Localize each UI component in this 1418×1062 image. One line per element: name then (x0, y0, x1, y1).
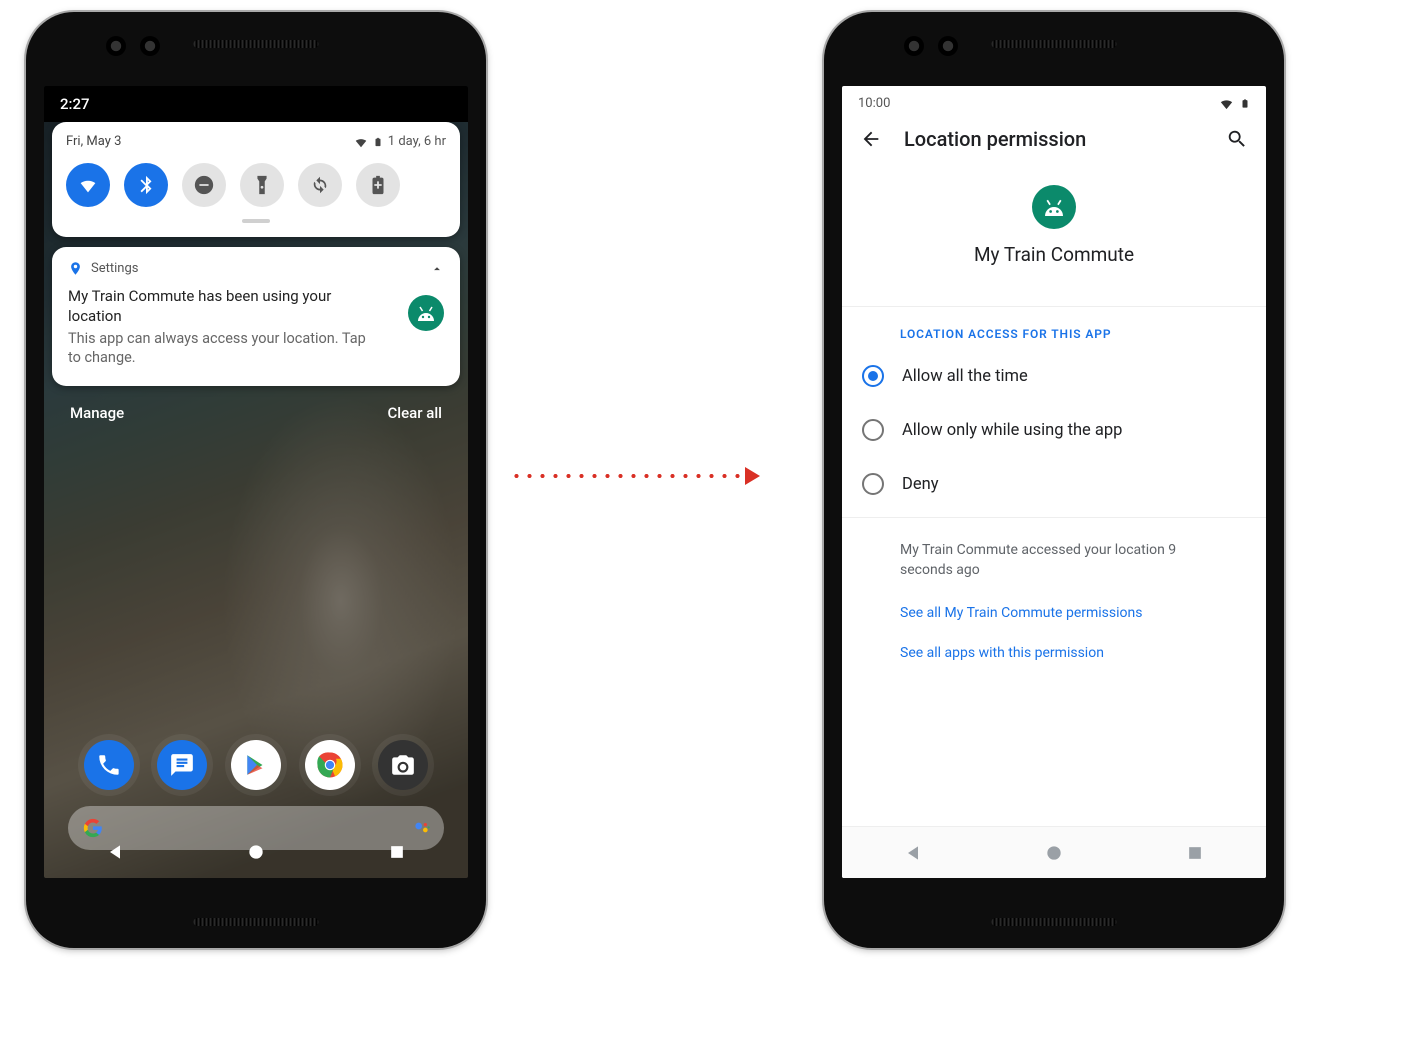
home-button[interactable] (246, 842, 266, 862)
radio-label: Allow only while using the app (902, 421, 1122, 440)
notification-body: This app can always access your location… (68, 329, 368, 368)
qs-drag-handle[interactable] (242, 219, 270, 223)
status-time: 2:27 (60, 95, 90, 113)
radio-option-2[interactable]: Deny (842, 457, 1266, 511)
navigation-bar (842, 826, 1266, 878)
app-name: My Train Commute (842, 243, 1266, 266)
appbar-title: Location permission (904, 127, 1086, 151)
home-button[interactable] (1044, 843, 1064, 863)
qs-tile-rotate[interactable] (298, 163, 342, 207)
wifi-icon (354, 135, 368, 149)
dnd-icon (193, 174, 215, 196)
back-button[interactable] (105, 842, 125, 862)
recents-button[interactable] (387, 842, 407, 862)
phone-left: 2:27 Fri, May 3 1 day, 6 hr (26, 12, 486, 948)
front-camera (106, 36, 126, 56)
section-label: LOCATION ACCESS FOR THIS APP (842, 307, 1266, 349)
qs-date: Fri, May 3 (66, 134, 121, 149)
battery-icon (1240, 96, 1250, 111)
play-store-icon (243, 752, 269, 778)
radio-icon (862, 473, 884, 495)
dock-chrome[interactable] (305, 740, 355, 790)
radio-label: Allow all the time (902, 367, 1028, 386)
notification-card[interactable]: Settings My Train Commute has been using… (52, 247, 460, 386)
notification-title: My Train Commute has been using your loc… (68, 286, 378, 327)
sensor (938, 36, 958, 56)
qs-tile-wifi[interactable] (66, 163, 110, 207)
battery-icon (373, 135, 383, 149)
bottom-speaker (992, 918, 1117, 926)
radio-icon (862, 365, 884, 387)
status-bar: 2:27 (44, 86, 468, 122)
sensor (140, 36, 160, 56)
screen: 10:00 Location permission (842, 86, 1266, 878)
dock-play-store[interactable] (231, 740, 281, 790)
location-icon (68, 261, 83, 276)
bottom-speaker (194, 918, 319, 926)
qs-tile-dnd[interactable] (182, 163, 226, 207)
earpiece-speaker (992, 40, 1117, 48)
quick-settings-panel[interactable]: Fri, May 3 1 day, 6 hr (52, 122, 460, 237)
back-icon[interactable] (860, 128, 882, 150)
android-icon (414, 305, 438, 321)
link-all-permissions[interactable]: See all My Train Commute permissions (900, 605, 1246, 621)
phone-icon (96, 752, 122, 778)
phone-right: 10:00 Location permission (824, 12, 1284, 948)
auto-rotate-icon (309, 174, 331, 196)
status-time: 10:00 (858, 96, 890, 111)
screen: 2:27 Fri, May 3 1 day, 6 hr (44, 86, 468, 878)
access-note: My Train Commute accessed your location … (900, 540, 1210, 581)
link-apps-with-permission[interactable]: See all apps with this permission (900, 645, 1246, 661)
status-bar: 10:00 (842, 86, 1266, 117)
back-button[interactable] (903, 843, 923, 863)
app-hero: My Train Commute (842, 175, 1266, 307)
manage-button[interactable]: Manage (70, 404, 124, 422)
transition-arrow (510, 466, 760, 486)
qs-tile-bluetooth[interactable] (124, 163, 168, 207)
recents-button[interactable] (1185, 843, 1205, 863)
notification-app-icon (408, 295, 444, 331)
battery-saver-icon (367, 174, 389, 196)
qs-tile-battery-saver[interactable] (356, 163, 400, 207)
radio-option-0[interactable]: Allow all the time (842, 349, 1266, 403)
clear-all-button[interactable]: Clear all (388, 404, 443, 422)
front-camera (904, 36, 924, 56)
wifi-icon (77, 174, 99, 196)
dock-phone[interactable] (84, 740, 134, 790)
search-icon[interactable] (1226, 128, 1248, 150)
android-icon (1040, 198, 1068, 216)
chevron-up-icon[interactable] (430, 262, 444, 276)
dock (44, 740, 468, 790)
app-icon (1032, 185, 1076, 229)
qs-status-right: 1 day, 6 hr (354, 134, 446, 149)
qs-tile-flashlight[interactable] (240, 163, 284, 207)
messages-icon (169, 752, 195, 778)
earpiece-speaker (194, 40, 319, 48)
qs-battery-info: 1 day, 6 hr (388, 134, 446, 149)
bluetooth-icon (135, 174, 157, 196)
radio-option-1[interactable]: Allow only while using the app (842, 403, 1266, 457)
notification-source: Settings (91, 261, 138, 276)
chrome-icon (315, 750, 345, 780)
radio-label: Deny (902, 475, 939, 494)
navigation-bar (44, 826, 468, 878)
dock-camera[interactable] (378, 740, 428, 790)
camera-icon (390, 752, 416, 778)
wifi-icon (1219, 96, 1234, 111)
app-bar: Location permission (842, 117, 1266, 175)
flashlight-icon (251, 174, 273, 196)
radio-icon (862, 419, 884, 441)
dock-messages[interactable] (157, 740, 207, 790)
